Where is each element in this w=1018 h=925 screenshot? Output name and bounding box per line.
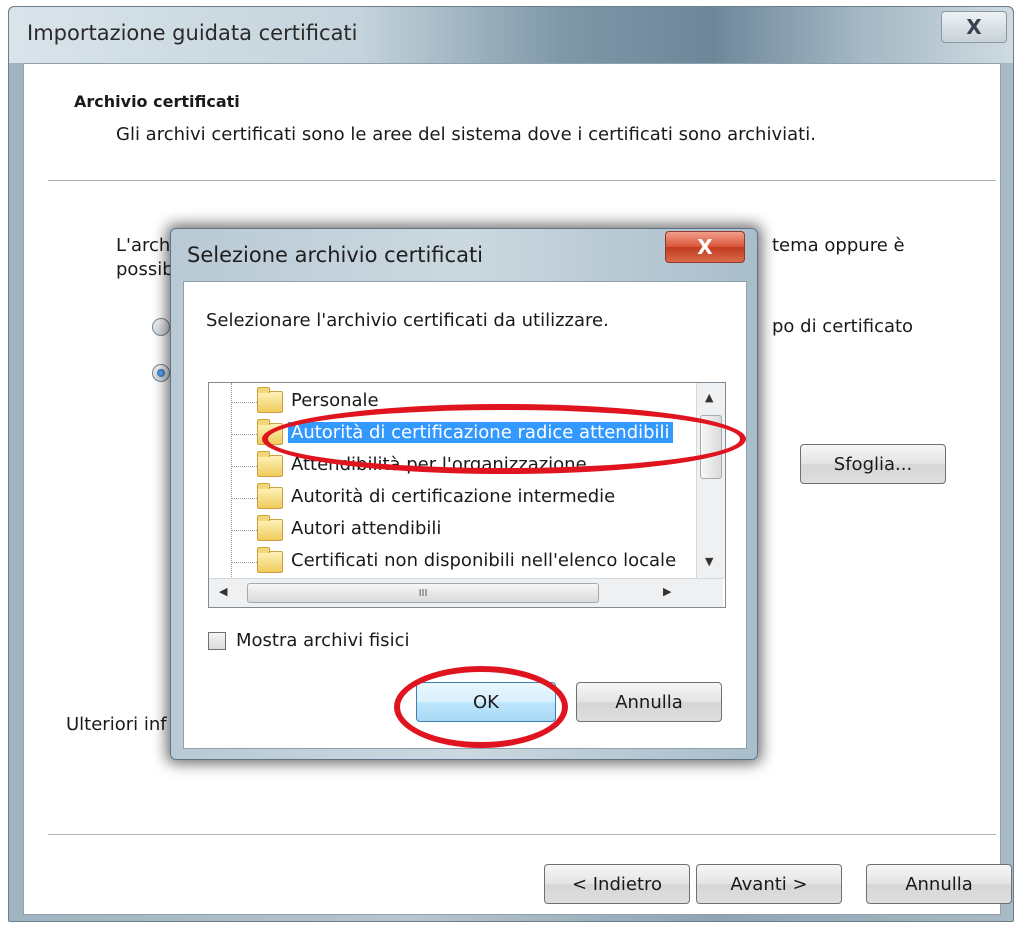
footer-divider [48, 834, 996, 835]
tree-connector [231, 530, 257, 531]
folder-icon [257, 451, 283, 477]
auto-select-store-radio[interactable] [152, 318, 170, 336]
tree-connector [231, 498, 257, 499]
horizontal-scroll-thumb[interactable]: III [247, 583, 599, 603]
scroll-left-icon[interactable]: ◀ [219, 585, 227, 598]
dialog-instruction: Selezionare l'archivio certificati da ut… [206, 310, 609, 331]
tree-item-selected[interactable]: Autorità di certificazione radice attend… [209, 419, 695, 449]
horizontal-scrollbar[interactable]: ◀ III ▶ [209, 578, 723, 607]
more-info-link[interactable]: Ulteriori inf [66, 714, 167, 735]
scroll-up-icon[interactable]: ▲ [705, 391, 713, 404]
dialog-cancel-button[interactable]: Annulla [576, 682, 722, 722]
tree-connector [231, 466, 257, 467]
header-divider [48, 180, 996, 181]
show-physical-stores-label[interactable]: Mostra archivi fisici [236, 630, 409, 651]
next-button[interactable]: Avanti > [696, 864, 842, 904]
tree-item-label: Autori attendibili [291, 518, 442, 539]
show-physical-stores-checkbox[interactable] [208, 632, 226, 650]
dialog-content: Selezionare l'archivio certificati da ut… [183, 281, 747, 749]
tree-item-label: Personale [291, 390, 379, 411]
tree-item-label: Certificati non disponibili nell'elenco … [291, 550, 677, 571]
manual-store-radio[interactable] [152, 364, 170, 382]
tree-item-label: Autorità di certificazione intermedie [291, 486, 616, 507]
close-icon: X [966, 15, 982, 39]
certificate-store-tree[interactable]: Personale Autorità di certificazione rad… [208, 382, 726, 608]
select-certificate-store-dialog: Selezione archivio certificati X Selezio… [170, 228, 758, 760]
page-heading: Archivio certificati [74, 92, 240, 111]
wizard-title: Importazione guidata certificati [27, 21, 358, 45]
grip-icon: III [418, 587, 428, 599]
intro-text-line: possib [116, 259, 174, 280]
page-description: Gli archivi certificati sono le aree del… [116, 124, 816, 145]
intro-text-right: tema oppure è [772, 235, 905, 256]
intro-text-line: L'arch [116, 235, 171, 256]
dialog-close-button[interactable]: X [665, 231, 745, 263]
wizard-close-button[interactable]: X [941, 11, 1007, 43]
tree-connector [231, 562, 257, 563]
radio-option-text: po di certificato [772, 316, 914, 337]
tree-item[interactable]: Certificati non disponibili nell'elenco … [209, 547, 695, 577]
browse-button[interactable]: Sfoglia... [800, 444, 946, 484]
intro-text-left: L'arch possib [116, 234, 174, 282]
tree-item[interactable]: Autorità di certificazione intermedie [209, 483, 695, 513]
folder-icon [257, 547, 283, 573]
close-icon: X [697, 235, 713, 259]
wizard-cancel-button[interactable]: Annulla [866, 864, 1012, 904]
folder-icon [257, 483, 283, 509]
tree-connector [231, 402, 257, 403]
tree-list: Personale Autorità di certificazione rad… [209, 383, 695, 579]
tree-item-label: Attendibilità per l'organizzazione [291, 454, 587, 475]
tree-item[interactable]: Personale [209, 387, 695, 417]
tree-item[interactable]: Autori attendibili [209, 515, 695, 545]
dialog-title: Selezione archivio certificati [187, 243, 484, 267]
folder-icon [257, 419, 283, 445]
vertical-scrollbar[interactable]: ▲ ▼ [696, 383, 725, 579]
folder-icon [257, 387, 283, 413]
tree-item[interactable]: Attendibilità per l'organizzazione [209, 451, 695, 481]
scroll-right-icon[interactable]: ▶ [663, 585, 671, 598]
back-button[interactable]: < Indietro [544, 864, 690, 904]
vertical-scroll-thumb[interactable] [700, 415, 722, 479]
folder-icon [257, 515, 283, 541]
wizard-titlebar[interactable]: Importazione guidata certificati X [9, 7, 1013, 63]
tree-item-label: Autorità di certificazione radice attend… [288, 422, 673, 443]
scroll-down-icon[interactable]: ▼ [705, 555, 713, 568]
ok-button[interactable]: OK [416, 682, 556, 722]
tree-connector [231, 434, 257, 435]
